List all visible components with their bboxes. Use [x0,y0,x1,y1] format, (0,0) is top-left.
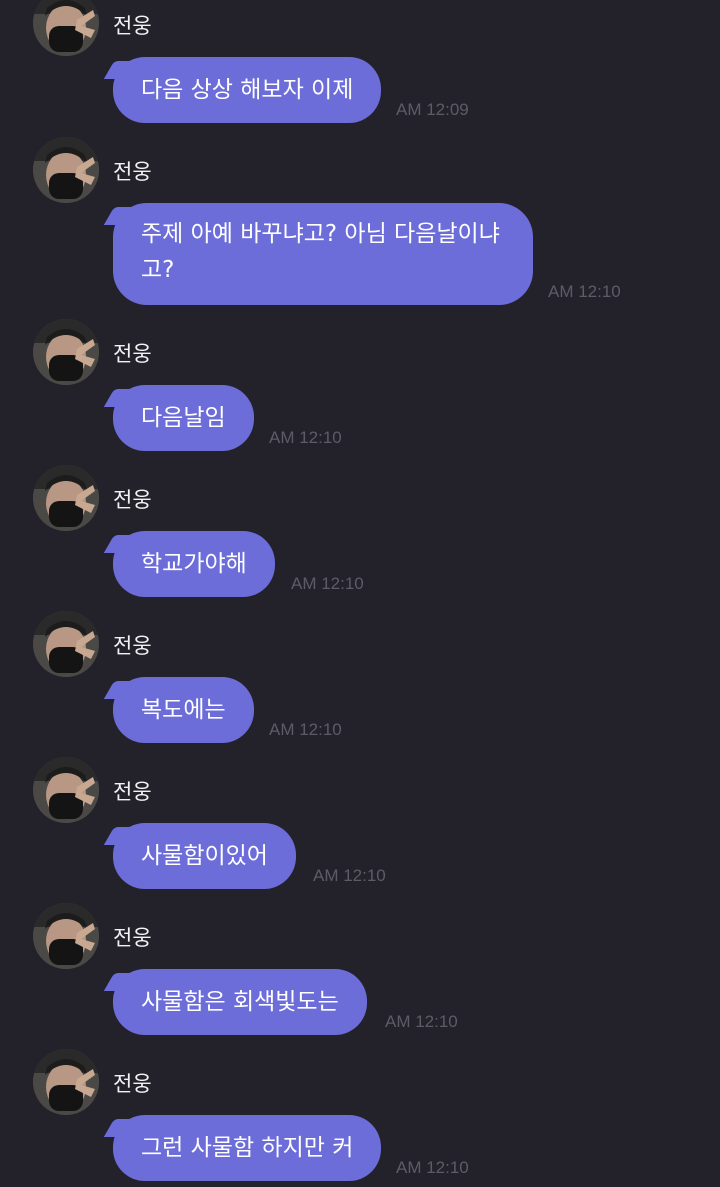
message-bubble[interactable]: 그런 사물함 하지만 커 [113,1115,382,1181]
message-item: 전웅 그런 사물함 하지만 커 AM 12:10 [0,0,720,1187]
avatar-photo-icon [33,1049,99,1115]
chat-log: 전웅 다음 상상 해보자 이제 AM 12:09 전웅 주제 아예 바꾸냐고? … [0,0,720,1187]
avatar[interactable] [33,1049,99,1115]
sender-name: 전웅 [113,1072,152,1096]
message-timestamp: AM 12:10 [396,1158,469,1177]
